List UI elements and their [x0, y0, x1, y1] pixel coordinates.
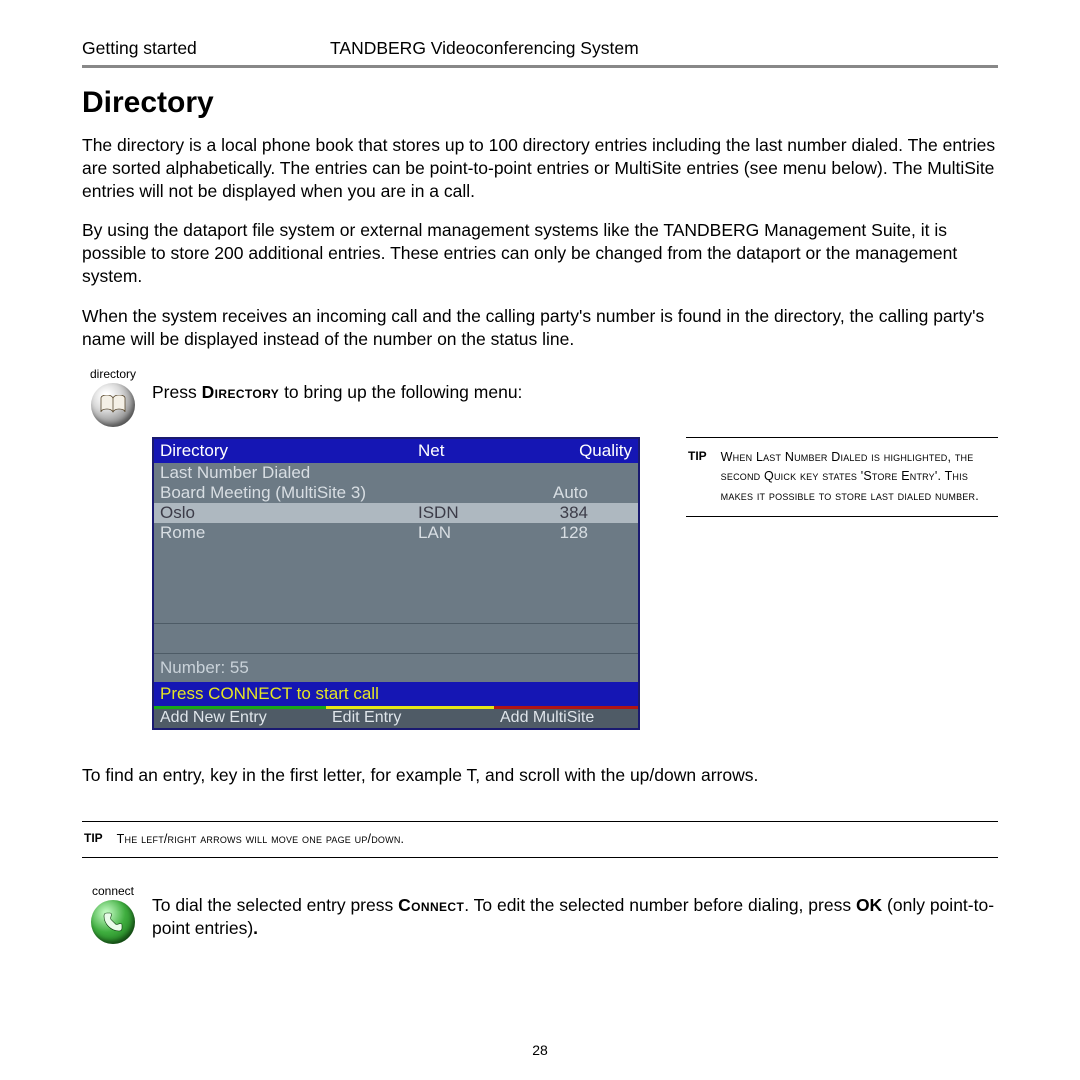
connect-icon-label: connect [82, 884, 144, 898]
phone-icon [91, 900, 135, 944]
press-directory-word: Directory [202, 382, 280, 402]
intro-para-1: The directory is a local phone book that… [82, 134, 998, 203]
page-header: Getting started TANDBERG Videoconferenci… [82, 38, 998, 59]
dir-table-body: Last Number Dialed Board Meeting (MultiS… [154, 463, 638, 653]
dir-table-header: Directory Net Quality [154, 439, 638, 463]
tip-text-2: The left/right arrows will move one page… [117, 830, 405, 849]
page-number: 28 [0, 1042, 1080, 1058]
connect-para: To dial the selected entry press Connect… [152, 884, 998, 940]
ok-word: OK [856, 895, 882, 915]
tip-box-1: TIP When Last Number Dialed is highlight… [686, 437, 998, 517]
softkey-edit: Edit Entry [326, 706, 494, 728]
tip-text-1: When Last Number Dialed is highlighted, … [721, 448, 996, 506]
connect-icon-block: connect [82, 884, 144, 944]
dir-connect-prompt: Press CONNECT to start call [154, 682, 638, 706]
intro-para-3: When the system receives an incoming cal… [82, 305, 998, 351]
tip-label: TIP [84, 830, 117, 849]
press-b: to bring up the following menu: [279, 382, 522, 402]
connect-b: . To edit the selected number before dia… [464, 895, 856, 915]
connect-d: . [253, 918, 258, 938]
find-entry-para: To find an entry, key in the first lette… [82, 764, 998, 787]
page-title: Directory [82, 86, 998, 120]
softkey-add-new: Add New Entry [154, 706, 326, 728]
directory-icon-label: directory [82, 367, 144, 381]
header-left: Getting started [82, 38, 330, 59]
directory-instruction-row: directory Press Directory to bring up th… [82, 367, 998, 427]
dir-col-quality: Quality [520, 441, 638, 461]
connect-a: To dial the selected entry press [152, 895, 398, 915]
header-rule [82, 65, 998, 68]
table-row-selected: Oslo ISDN 384 [154, 503, 638, 523]
table-row: Rome LAN 128 [154, 523, 638, 543]
connect-word: Connect [398, 895, 464, 915]
book-icon [91, 383, 135, 427]
press-directory-text: Press Directory to bring up the followin… [152, 367, 522, 404]
directory-icon-block: directory [82, 367, 144, 427]
press-a: Press [152, 382, 202, 402]
intro-para-2: By using the dataport file system or ext… [82, 219, 998, 288]
connect-instruction-row: connect To dial the selected entry press… [82, 884, 998, 944]
header-center: TANDBERG Videoconferencing System [330, 38, 998, 59]
tip-box-2: TIP The left/right arrows will move one … [82, 821, 998, 858]
dir-col-directory: Directory [154, 441, 418, 461]
dir-number-line: Number: 55 [154, 653, 638, 682]
tip-label: TIP [688, 448, 721, 506]
directory-menu-screenshot: Directory Net Quality Last Number Dialed… [152, 437, 640, 730]
dir-softkeys: Add New Entry Edit Entry Add MultiSite [154, 706, 638, 728]
dir-col-net: Net [418, 441, 520, 461]
softkey-add-multi: Add MultiSite [494, 706, 638, 728]
table-row: Last Number Dialed [154, 463, 638, 483]
table-row: Board Meeting (MultiSite 3) Auto [154, 483, 638, 503]
